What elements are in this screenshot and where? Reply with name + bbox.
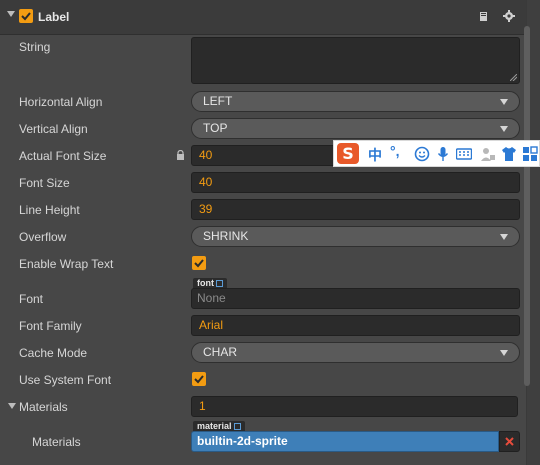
user-icon[interactable] (480, 146, 496, 162)
chevron-down-icon (500, 99, 508, 105)
lock-icon (177, 150, 184, 160)
font-family-input[interactable]: Arial (191, 315, 520, 336)
overflow-select[interactable]: SHRINK (191, 226, 520, 247)
use-system-font-checkbox[interactable] (192, 372, 206, 386)
materials-label: Materials (19, 400, 68, 414)
enable-wrap-text-label: Enable Wrap Text (19, 257, 114, 271)
chevron-down-icon (500, 350, 508, 356)
component-title: Label (38, 10, 70, 24)
font-size-label: Font Size (19, 176, 70, 190)
font-tag-label: font (197, 278, 214, 288)
scrollbar-thumb[interactable] (524, 26, 530, 386)
materials-count-input[interactable]: 1 (191, 396, 518, 417)
cache-mode-select[interactable]: CHAR (191, 342, 520, 363)
ime-logo[interactable]: S (337, 143, 359, 164)
chevron-down-icon (500, 126, 508, 132)
close-icon (505, 437, 514, 446)
line-height-label: Line Height (19, 203, 80, 217)
material-tag-label: material (197, 421, 232, 431)
external-link-icon[interactable] (216, 280, 223, 287)
string-textarea[interactable] (191, 37, 520, 84)
use-system-font-label: Use System Font (19, 373, 112, 387)
overflow-label: Overflow (19, 230, 67, 244)
external-link-icon[interactable] (233, 423, 241, 430)
shirt-icon[interactable] (501, 146, 517, 162)
smiley-icon[interactable] (414, 146, 430, 162)
ime-language-toggle[interactable]: 中 (368, 145, 382, 165)
vertical-align-label: Vertical Align (19, 122, 88, 136)
materials-item-label: Materials (32, 435, 81, 449)
cache-mode-label: Cache Mode (19, 346, 88, 360)
gear-icon[interactable] (503, 10, 515, 22)
line-height-input[interactable]: 39 (191, 199, 520, 220)
grid-icon[interactable] (522, 146, 538, 162)
checkmark-icon (194, 259, 204, 268)
delete-material-button[interactable] (499, 431, 520, 452)
ime-toolbar[interactable]: S 中 °, (333, 140, 540, 167)
cache-mode-value: CHAR (203, 345, 238, 359)
checkmark-icon (21, 12, 31, 21)
font-size-input[interactable]: 40 (191, 172, 520, 193)
component-enabled-checkbox[interactable] (19, 9, 33, 23)
horizontal-align-select[interactable]: LEFT (191, 91, 520, 112)
ime-punctuation-toggle[interactable]: °, (390, 143, 400, 159)
vertical-align-value: TOP (203, 121, 228, 135)
checkmark-icon (194, 375, 204, 384)
book-icon[interactable] (478, 10, 490, 22)
resize-grip-icon[interactable] (510, 74, 517, 81)
component-header[interactable]: Label (0, 0, 526, 35)
horizontal-align-label: Horizontal Align (19, 95, 103, 109)
vertical-align-select[interactable]: TOP (191, 118, 520, 139)
horizontal-align-value: LEFT (203, 94, 233, 108)
collapse-arrow-icon[interactable] (7, 11, 15, 17)
keyboard-icon[interactable] (456, 146, 472, 162)
materials-collapse-arrow-icon[interactable] (8, 403, 16, 409)
font-label: Font (19, 292, 44, 306)
font-asset-field[interactable]: None (191, 288, 520, 309)
enable-wrap-text-checkbox[interactable] (192, 256, 206, 270)
actual-font-size-label: Actual Font Size (19, 149, 107, 163)
string-label: String (19, 40, 51, 54)
microphone-icon[interactable] (435, 146, 451, 162)
label-component-panel: Label String Horizontal Align LEFT Verti… (0, 0, 527, 465)
font-family-label: Font Family (19, 319, 82, 333)
material-asset-field[interactable]: builtin-2d-sprite (191, 431, 499, 452)
chevron-down-icon (500, 234, 508, 240)
overflow-value: SHRINK (203, 229, 249, 243)
